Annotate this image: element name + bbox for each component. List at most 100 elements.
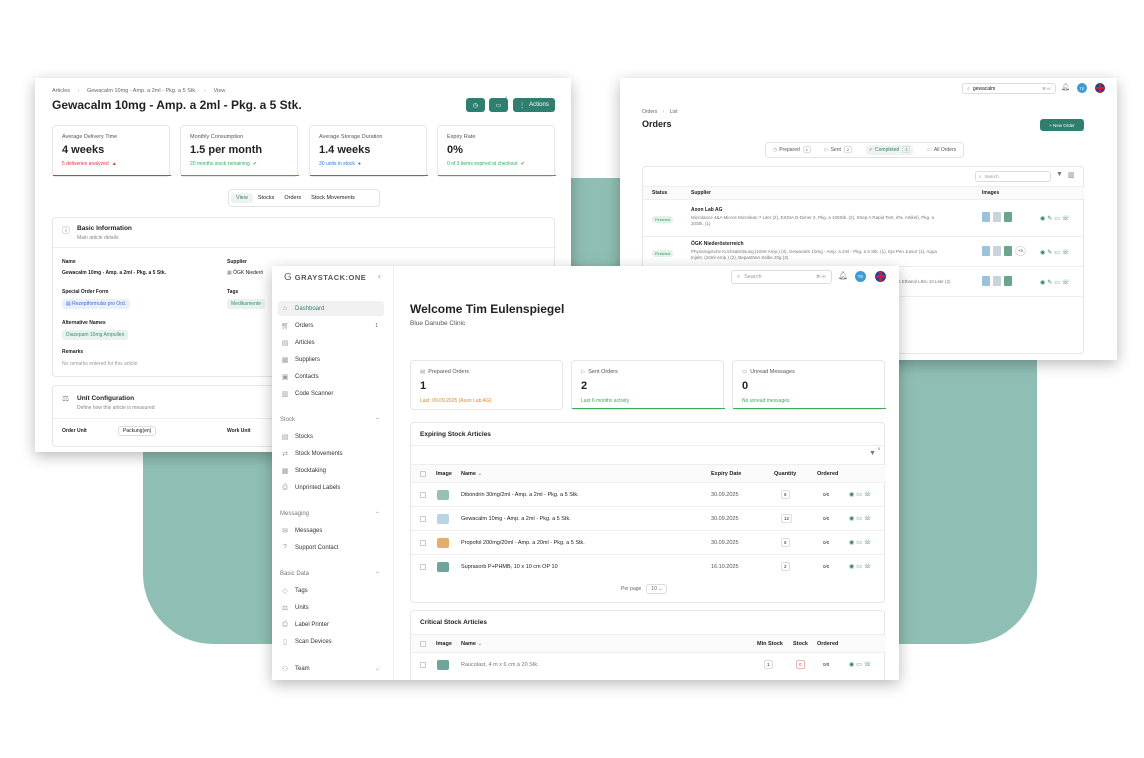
supplier-value[interactable]: ▦ ÖGK Niederö	[227, 270, 263, 276]
table-search[interactable]: ⌕ Search	[975, 171, 1051, 182]
chat-icon: ▭	[742, 369, 748, 375]
sidebar-item-articles[interactable]: ▤ Articles	[278, 335, 384, 350]
breadcrumb-articles[interactable]: Articles	[52, 88, 70, 94]
row-actions[interactable]: ◉▭☏	[849, 491, 873, 498]
ordered-value: 0/0	[823, 540, 830, 545]
col-name[interactable]: Name ⌄	[461, 471, 482, 477]
tab-prepared[interactable]: ◷ Prepared 1	[773, 146, 812, 153]
actions-button[interactable]: ⋮ Actions	[513, 98, 555, 112]
row-checkbox[interactable]	[420, 515, 426, 522]
special-order-chip[interactable]: ▤ Rezeptformular pro Ord.	[62, 299, 131, 309]
table-row[interactable]: Dibondrin 30mg/2ml - Amp. a 2ml - Pkg. a…	[411, 482, 886, 506]
row-checkbox[interactable]	[420, 563, 426, 570]
remarks-value: No remarks entered for this article.	[62, 361, 139, 367]
stat-value: 1	[420, 380, 427, 392]
row-actions[interactable]: ◉▭☏	[849, 515, 873, 522]
select-all-checkbox[interactable]	[420, 470, 426, 477]
sidebar-item-stocks[interactable]: ▤ Stocks	[278, 429, 384, 444]
bell-icon[interactable]: 🔔︎	[838, 271, 848, 280]
search-icon: ⌕	[979, 174, 982, 179]
messages-button[interactable]: ▭	[489, 98, 508, 112]
global-search[interactable]: ⌕ Search ⌘+K	[731, 270, 832, 284]
stat-value: 1.5 per month	[190, 144, 263, 156]
col-ordered: Ordered	[817, 640, 839, 647]
table-row[interactable]: Propofol 200mg/20ml - Amp. a 20ml - Pkg.…	[411, 530, 886, 554]
row-actions[interactable]: ◉▭☏	[849, 563, 873, 570]
language-flag-icon[interactable]	[875, 271, 886, 282]
breadcrumb-orders[interactable]: Orders	[642, 109, 657, 115]
product-thumbnail	[1004, 246, 1012, 256]
row-checkbox[interactable]	[420, 539, 426, 546]
tab-view[interactable]: View	[231, 193, 253, 203]
global-search[interactable]: ⌕ gewacalm ⌘+K	[962, 83, 1056, 94]
filter-icon[interactable]: ▼	[869, 450, 876, 457]
history-button[interactable]: ◷	[466, 98, 485, 112]
language-flag-icon[interactable]	[1095, 83, 1105, 93]
bell-icon[interactable]: 🔔︎	[1061, 83, 1070, 91]
row-actions[interactable]: ◉▭☏	[849, 661, 873, 668]
filter-icon[interactable]: ▼	[1056, 171, 1063, 178]
select-all-checkbox[interactable]	[420, 640, 426, 647]
tab-completed[interactable]: ✔ Completed 3	[865, 145, 914, 155]
row-checkbox[interactable]	[420, 661, 426, 668]
avatar[interactable]: TE	[1077, 83, 1087, 93]
sidebar-item-support-contact[interactable]: ? Support Contact	[278, 540, 384, 555]
table-row[interactable]: Finished Axon Lab AG Microlance 4&A Micros…	[643, 203, 1085, 237]
sidebar-item-suppliers[interactable]: ▦ Suppliers	[278, 352, 384, 367]
sidebar-item-stocktaking[interactable]: ▦ Stocktaking	[278, 463, 384, 478]
stat-value: 0%	[447, 144, 463, 156]
table-row[interactable]: Gewacalm 10mg - Amp. a 2ml - Pkg. a 5 St…	[411, 506, 886, 530]
tab-all-orders[interactable]: ▭ All Orders	[927, 147, 956, 153]
sidebar-item-dashboard[interactable]: ⌂ Dashboard	[278, 301, 384, 316]
search-shortcut: ⌘+K	[1041, 86, 1051, 91]
col-supplier[interactable]: Supplier	[691, 190, 711, 196]
row-actions[interactable]: ◉▭☏	[849, 539, 873, 546]
sidebar-item-units[interactable]: ⚖ Units	[278, 600, 384, 615]
breadcrumb-article[interactable]: Gewacalm 10mg - Amp. a 2ml - Pkg. a 5 St…	[87, 88, 197, 94]
section-stock[interactable]: Stock ⌃	[280, 417, 380, 424]
stat-label-row: ▭ Unread Messages	[742, 369, 795, 375]
avatar[interactable]: TE	[855, 271, 866, 282]
sidebar-item-scan-devices[interactable]: ▯ Scan Devices	[278, 634, 384, 649]
row-actions[interactable]: ◉✎▭☏	[1040, 249, 1071, 256]
per-page-label: Per page	[621, 586, 642, 592]
tab-sent[interactable]: ▷ Sent 2	[825, 146, 853, 153]
breadcrumb: Orders › List	[642, 109, 678, 115]
section-messaging[interactable]: Messaging ⌃	[280, 511, 380, 518]
order-unit-select[interactable]: Packung(en)	[118, 426, 157, 436]
sidebar-item-contacts[interactable]: ▣ Contacts	[278, 369, 384, 384]
table-row[interactable]: Suprasorb P+PHMB, 10 x 10 cm OP 10 16.10.…	[411, 554, 886, 578]
collapse-sidebar-icon[interactable]: ‹	[378, 271, 381, 281]
per-page-select[interactable]: 10 ⌄	[646, 584, 668, 594]
chevron-down-icon: ⌄	[658, 586, 663, 592]
table-row[interactable]: Raucolast, 4 m x 6 cm à 20 Stk. 1 0 0/0 ◉▭☏	[411, 652, 886, 676]
tab-orders[interactable]: Orders	[279, 193, 306, 203]
search-shortcut: ⌘+K	[815, 274, 826, 279]
stat-sub-text: 0 of 3 items expired at checkout	[447, 161, 518, 167]
stat-trend-line	[572, 407, 725, 409]
columns-icon[interactable]: ▥	[1068, 171, 1075, 179]
sidebar-item-team[interactable]: ⚇ Team ⌄	[278, 661, 384, 676]
sidebar-item-messages[interactable]: ✉ Messages	[278, 523, 384, 538]
sidebar-item-label-printer[interactable]: ⎙ Label Printer	[278, 617, 384, 632]
stat-value: 2	[581, 380, 588, 392]
row-checkbox[interactable]	[420, 491, 426, 498]
article-name: Dibondrin 30mg/2ml - Amp. a 2ml - Pkg. a…	[461, 491, 579, 498]
sidebar-item-unprinted-labels[interactable]: ⎙ Unprinted Labels	[278, 480, 384, 495]
quantity-badge: 2	[781, 562, 790, 571]
page-title: Orders	[642, 119, 672, 129]
tab-stock-movements[interactable]: Stock Movements	[306, 193, 360, 203]
row-actions[interactable]: ◉✎▭☏	[1040, 279, 1071, 286]
table-row[interactable]: Finished ÖGK Niederösterreich Physiologisc…	[643, 237, 1085, 267]
section-basic-data[interactable]: Basic Data ⌃	[280, 571, 380, 578]
sidebar-item-orders[interactable]: 🛒︎ Orders 1	[278, 318, 384, 333]
col-name[interactable]: Name ⌄	[461, 641, 482, 647]
new-order-button[interactable]: + New Order	[1040, 119, 1084, 131]
sidebar-item-tags[interactable]: ◇ Tags	[278, 583, 384, 598]
tab-count: 2	[843, 146, 853, 153]
row-actions[interactable]: ◉✎▭☏	[1040, 215, 1071, 222]
tab-stocks[interactable]: Stocks	[253, 193, 280, 203]
sidebar-item-stock-movements[interactable]: ⇄ Stock Movements	[278, 446, 384, 461]
logo-text: GRAYSTACK:ONE	[294, 273, 367, 282]
sidebar-item-code-scanner[interactable]: ▥ Code Scanner	[278, 386, 384, 401]
